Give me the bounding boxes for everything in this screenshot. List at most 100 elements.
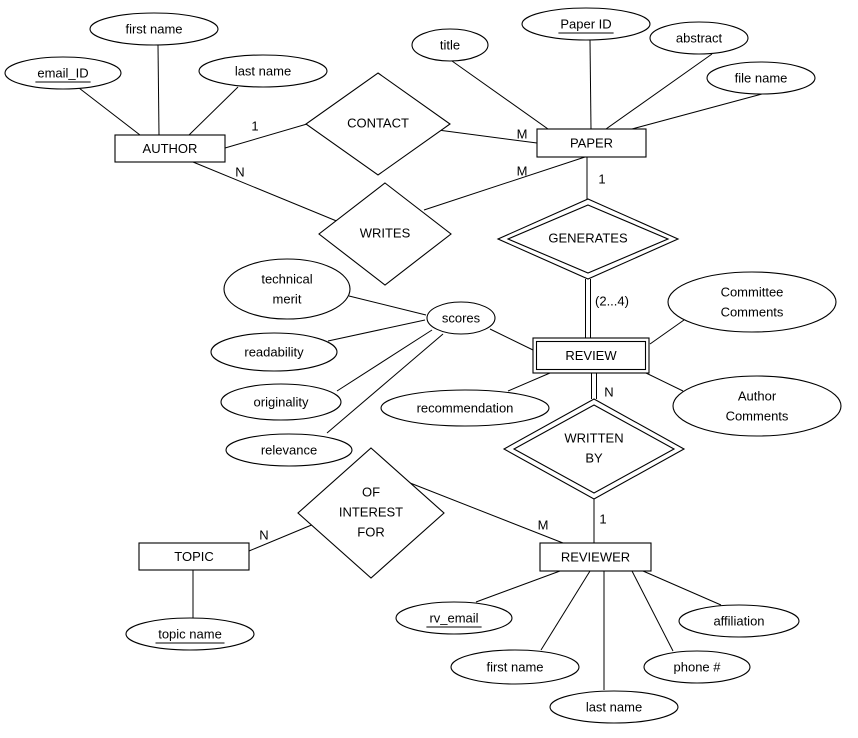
attribute-label: relevance: [261, 442, 317, 457]
diagram-shapes: AUTHOR PAPER REVIEW REVIEWER TOPIC CONTACT WRI…: [4, 7, 842, 724]
attribute-label: originality: [254, 394, 309, 409]
attribute-scores[interactable]: scores: [426, 301, 496, 335]
relationship-label: INTEREST: [339, 504, 403, 519]
attribute-link-paper_file: [631, 93, 763, 130]
attribute-link-readability: [327, 319, 426, 342]
relationship-label: CONTACT: [347, 115, 409, 130]
entity-author[interactable]: AUTHOR: [114, 134, 226, 163]
attribute-label: last name: [235, 63, 291, 78]
attribute-link-author_first: [157, 44, 160, 136]
attribute-recommendation[interactable]: recommendation: [380, 389, 550, 427]
entity-label: REVIEWER: [561, 549, 630, 564]
attribute-link-tech_merit: [348, 295, 427, 316]
attribute-link-paper_id: [589, 39, 592, 130]
relationship-generates[interactable]: GENERATES: [496, 198, 680, 280]
entity-topic[interactable]: TOPIC: [138, 542, 250, 571]
attribute-label: Committee: [721, 284, 784, 299]
cardinality-label: 1: [598, 171, 605, 186]
key-attribute-label: rv_email: [429, 610, 478, 625]
cardinality-label: 1: [251, 118, 258, 133]
attribute-label: affiliation: [713, 613, 764, 628]
entity-reviewer[interactable]: REVIEWER: [539, 542, 652, 572]
attribute-label: Comments: [721, 304, 784, 319]
attribute-link-committee_comments: [649, 319, 685, 345]
attribute-author-comments[interactable]: Author Comments: [672, 375, 842, 437]
relationship-label: WRITES: [360, 225, 411, 240]
identifying-relationship-inner-diamond: [512, 404, 676, 494]
attribute-label: recommendation: [417, 400, 514, 415]
cardinality-label: N: [259, 527, 268, 542]
attribute-label: last name: [586, 699, 642, 714]
attribute-paper-id[interactable]: Paper ID: [521, 7, 651, 41]
attribute-label: technical: [261, 271, 312, 286]
attribute-rv-last[interactable]: last name: [549, 690, 679, 724]
attribute-readability[interactable]: readability: [210, 332, 338, 372]
attribute-link-author_last: [188, 86, 239, 136]
attribute-rv-first[interactable]: first name: [450, 649, 580, 685]
entity-label: AUTHOR: [143, 141, 198, 156]
attribute-link-rv_first: [540, 570, 591, 651]
attribute-label: abstract: [676, 30, 723, 45]
cardinality-label: M: [517, 126, 528, 141]
attribute-tech-merit[interactable]: technical merit: [223, 258, 351, 320]
attribute-label: phone #: [674, 659, 722, 674]
attribute-label: merit: [273, 291, 302, 306]
entity-label: TOPIC: [174, 549, 214, 564]
entity-label: PAPER: [570, 135, 613, 150]
relationship-writes[interactable]: WRITES: [318, 182, 452, 286]
attribute-link-originality: [336, 329, 433, 392]
attribute-topic-name[interactable]: topic name: [125, 617, 255, 651]
relationship-contact[interactable]: CONTACT: [305, 72, 451, 176]
attribute-link-author_comments: [645, 372, 684, 392]
connection-line-writes-paper: [423, 156, 586, 211]
cardinality-label: M: [517, 163, 528, 178]
attribute-link-recommendation: [507, 372, 551, 392]
attribute-label: title: [440, 37, 460, 52]
attribute-rv-affiliation[interactable]: affiliation: [678, 604, 800, 638]
connection-line-author-writes: [192, 161, 340, 223]
attribute-link-rv_affiliation: [642, 570, 722, 606]
attribute-paper-file[interactable]: file name: [706, 61, 816, 95]
cardinality-label: M: [538, 517, 549, 532]
entity-review[interactable]: REVIEW: [532, 337, 650, 374]
cardinality-label: N: [235, 164, 244, 179]
attribute-link-paper_title: [451, 60, 549, 130]
attribute-label: Author: [738, 388, 777, 403]
cardinality-label: (2...4): [595, 293, 629, 308]
attribute-label: first name: [125, 21, 182, 36]
attribute-rv-email[interactable]: rv_email: [395, 601, 513, 635]
attribute-ellipse: [672, 375, 842, 437]
connection-line-author-contact: [224, 123, 308, 149]
relationship-label: BY: [585, 450, 603, 465]
cardinality-label: 1: [599, 511, 606, 526]
attribute-committee-comments[interactable]: Committee Comments: [667, 271, 837, 333]
relationship-of-interest-for[interactable]: OF INTEREST FOR: [297, 447, 445, 579]
key-attribute-label: topic name: [158, 626, 222, 641]
attribute-link-rv_phone: [631, 570, 674, 652]
key-attribute-label: email_ID: [37, 65, 88, 80]
attribute-link-author_email: [78, 87, 141, 136]
attribute-author-email[interactable]: email_ID: [4, 56, 122, 90]
attribute-relevance[interactable]: relevance: [225, 433, 353, 467]
relationship-label: FOR: [357, 524, 384, 539]
attribute-label: file name: [735, 70, 788, 85]
entity-paper[interactable]: PAPER: [536, 128, 647, 158]
attribute-label: first name: [486, 659, 543, 674]
attribute-paper-abstract[interactable]: abstract: [649, 21, 749, 55]
attribute-rv-phone[interactable]: phone #: [643, 650, 751, 684]
attribute-originality[interactable]: originality: [220, 383, 342, 421]
relationship-label: GENERATES: [548, 230, 628, 245]
attribute-ellipse: [667, 271, 837, 333]
attribute-label: readability: [244, 344, 304, 359]
attribute-label: scores: [442, 310, 481, 325]
attribute-paper-title[interactable]: title: [411, 28, 489, 62]
attribute-link-scores: [489, 328, 534, 351]
attribute-ellipse: [223, 258, 351, 320]
attribute-link-rv_email: [475, 570, 561, 603]
entity-label: REVIEW: [565, 348, 617, 363]
key-attribute-label: Paper ID: [560, 16, 611, 31]
attribute-author-first[interactable]: first name: [89, 12, 219, 46]
attribute-author-last[interactable]: last name: [198, 54, 328, 88]
cardinality-label: N: [604, 384, 613, 399]
relationship-label: WRITTEN: [564, 430, 623, 445]
